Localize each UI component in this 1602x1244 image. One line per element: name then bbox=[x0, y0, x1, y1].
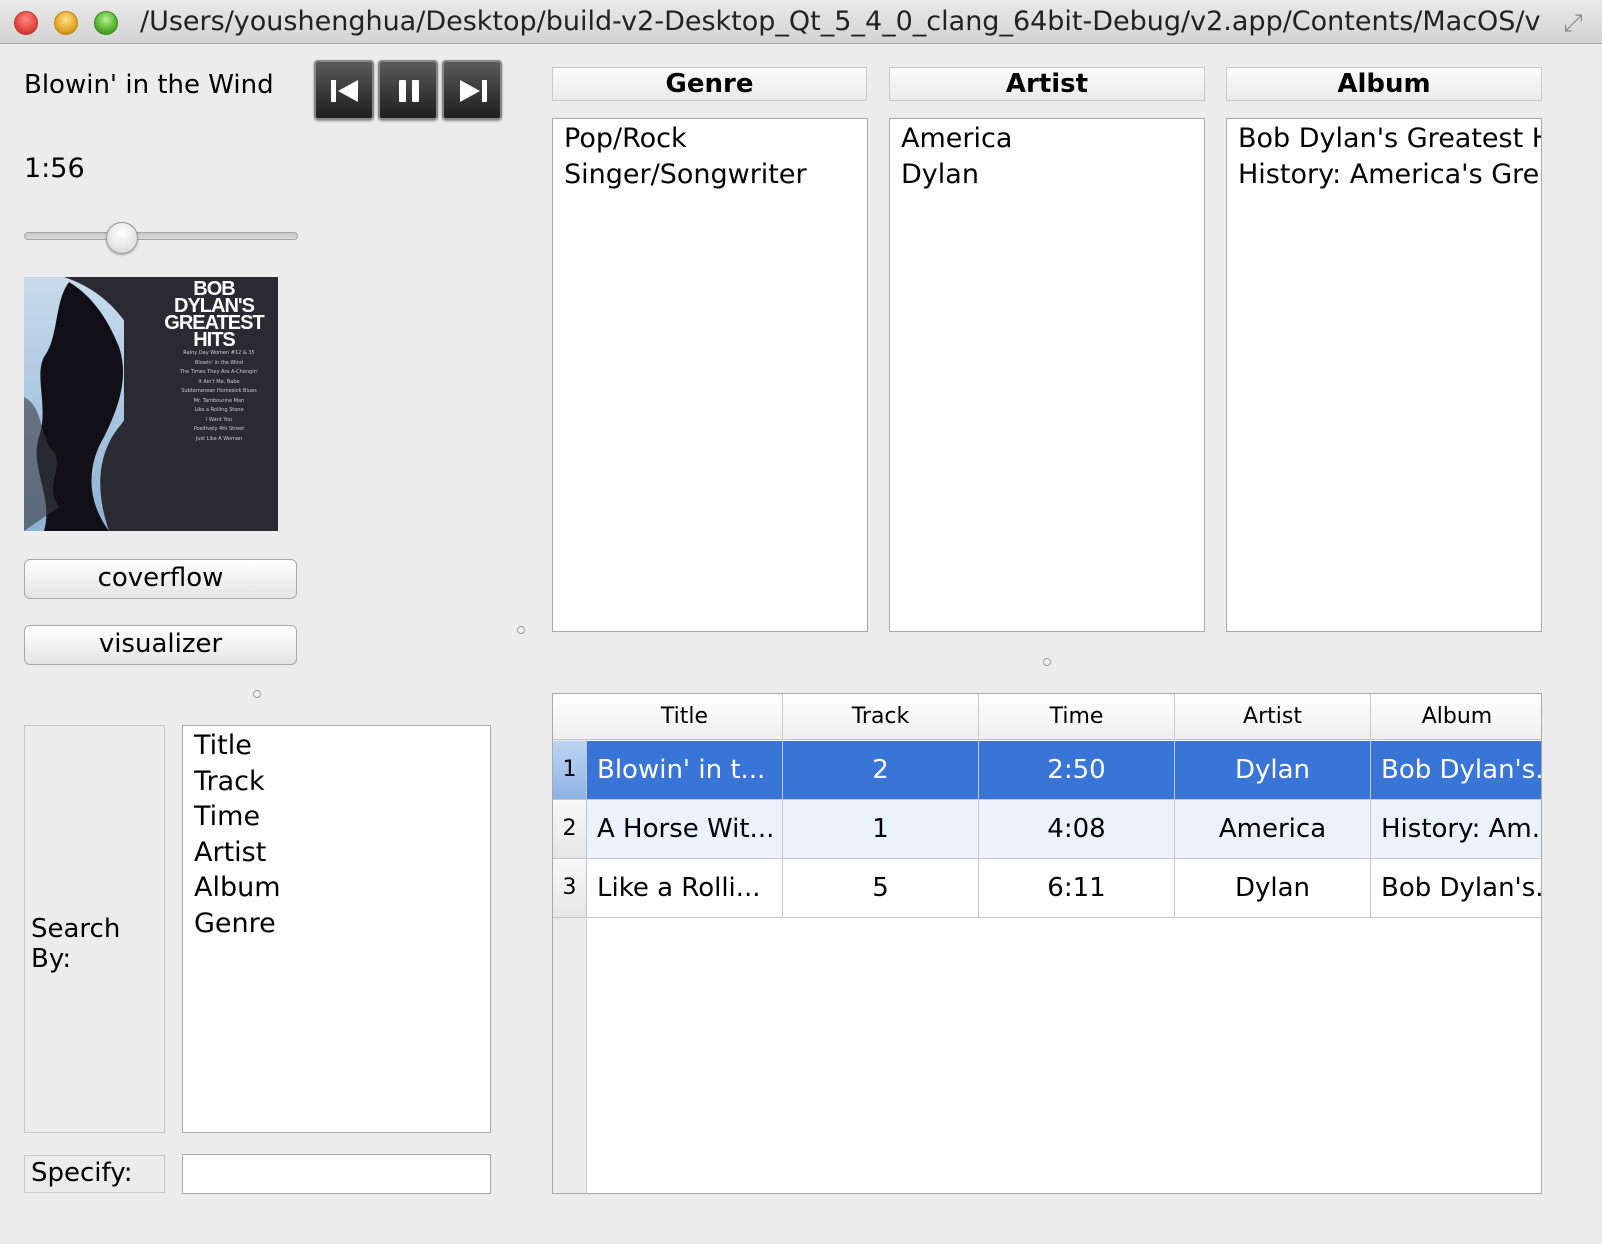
coverflow-button[interactable]: coverflow bbox=[24, 559, 297, 599]
genre-column-header[interactable]: Genre bbox=[552, 67, 867, 101]
table-header: Title Track Time Artist Album bbox=[553, 694, 1541, 740]
artist-item[interactable]: America bbox=[901, 121, 1204, 157]
search-by-list[interactable]: Title Track Time Artist Album Genre bbox=[182, 725, 491, 1133]
genre-item[interactable]: Pop/Rock bbox=[564, 121, 867, 157]
cell-artist[interactable]: Dylan bbox=[1175, 741, 1371, 799]
album-list[interactable]: Bob Dylan's Greatest Hits History: Ameri… bbox=[1226, 118, 1542, 632]
cell-album[interactable]: History: Am... bbox=[1371, 800, 1541, 858]
close-window-icon[interactable] bbox=[14, 11, 38, 35]
track-table[interactable]: Title Track Time Artist Album 1 Blowin' … bbox=[552, 693, 1542, 1194]
table-row[interactable]: 2 A Horse Wit... 1 4:08 America History:… bbox=[553, 800, 1541, 859]
splitter-handle[interactable] bbox=[253, 690, 261, 698]
seek-slider-knob[interactable] bbox=[106, 222, 139, 254]
album-item[interactable]: Bob Dylan's Greatest Hits bbox=[1238, 121, 1541, 157]
search-option-album[interactable]: Album bbox=[194, 870, 490, 906]
now-playing-title: Blowin' in the Wind bbox=[24, 70, 274, 100]
splitter-handle[interactable] bbox=[1043, 658, 1051, 666]
elapsed-time: 1:56 bbox=[24, 153, 85, 184]
row-number: 1 bbox=[553, 741, 587, 799]
row-number: 3 bbox=[553, 859, 587, 917]
cell-album[interactable]: Bob Dylan's... bbox=[1371, 859, 1541, 917]
cell-artist[interactable]: Dylan bbox=[1175, 859, 1371, 917]
search-option-track[interactable]: Track bbox=[194, 764, 490, 800]
album-column-header[interactable]: Album bbox=[1226, 67, 1542, 101]
search-option-time[interactable]: Time bbox=[194, 799, 490, 835]
next-track-button[interactable] bbox=[442, 60, 502, 120]
splitter-handle[interactable] bbox=[517, 626, 525, 634]
pause-button[interactable] bbox=[378, 60, 438, 120]
previous-track-icon bbox=[331, 80, 358, 102]
specify-label: Specify: bbox=[31, 1158, 133, 1188]
album-art-title: BOB DYLAN'S GREATEST HITS bbox=[164, 278, 264, 351]
window-title: /Users/youshenghua/Desktop/build-v2-Desk… bbox=[140, 6, 1540, 37]
cell-time[interactable]: 4:08 bbox=[979, 800, 1175, 858]
title-bar: /Users/youshenghua/Desktop/build-v2-Desk… bbox=[0, 0, 1602, 44]
cell-track[interactable]: 1 bbox=[783, 800, 979, 858]
artist-column-header[interactable]: Artist bbox=[889, 67, 1205, 101]
cell-track[interactable]: 2 bbox=[783, 741, 979, 799]
column-header-time[interactable]: Time bbox=[979, 694, 1175, 740]
zoom-window-icon[interactable] bbox=[94, 11, 118, 35]
artist-item[interactable]: Dylan bbox=[901, 157, 1204, 193]
previous-track-button[interactable] bbox=[314, 60, 374, 120]
column-header-album[interactable]: Album bbox=[1371, 694, 1541, 740]
specify-input[interactable] bbox=[182, 1154, 491, 1194]
column-header-title[interactable]: Title bbox=[587, 694, 783, 740]
cell-title[interactable]: Blowin' in t... bbox=[587, 741, 783, 799]
cell-title[interactable]: A Horse Wit... bbox=[587, 800, 783, 858]
search-option-artist[interactable]: Artist bbox=[194, 835, 490, 871]
search-option-title[interactable]: Title bbox=[194, 728, 490, 764]
cell-track[interactable]: 5 bbox=[783, 859, 979, 917]
cell-title[interactable]: Like a Rolli... bbox=[587, 859, 783, 917]
cell-time[interactable]: 2:50 bbox=[979, 741, 1175, 799]
table-row[interactable]: 1 Blowin' in t... 2 2:50 Dylan Bob Dylan… bbox=[553, 741, 1541, 800]
pause-icon bbox=[399, 80, 419, 102]
column-header-artist[interactable]: Artist bbox=[1175, 694, 1371, 740]
cell-album[interactable]: Bob Dylan's... bbox=[1371, 741, 1541, 799]
next-track-icon bbox=[460, 80, 487, 102]
album-item[interactable]: History: America's Greatest Hits bbox=[1238, 157, 1541, 193]
genre-list[interactable]: Pop/Rock Singer/Songwriter bbox=[552, 118, 868, 632]
fullscreen-icon[interactable]: ⤢ bbox=[1560, 10, 1586, 36]
album-art-track-list: Rainy Day Women #12 & 35 Blowin' in the … bbox=[179, 350, 259, 442]
artist-list[interactable]: America Dylan bbox=[889, 118, 1205, 632]
genre-item[interactable]: Singer/Songwriter bbox=[564, 157, 867, 193]
row-number: 2 bbox=[553, 800, 587, 858]
table-row[interactable]: 3 Like a Rolli... 5 6:11 Dylan Bob Dylan… bbox=[553, 859, 1541, 918]
search-option-genre[interactable]: Genre bbox=[194, 906, 490, 942]
column-header-track[interactable]: Track bbox=[783, 694, 979, 740]
cell-time[interactable]: 6:11 bbox=[979, 859, 1175, 917]
specify-label-box: Specify: bbox=[24, 1155, 165, 1193]
album-art: BOB DYLAN'S GREATEST HITS Rainy Day Wome… bbox=[24, 277, 278, 531]
seek-slider[interactable] bbox=[24, 232, 298, 240]
cell-artist[interactable]: America bbox=[1175, 800, 1371, 858]
search-by-label-box: Search By: bbox=[24, 725, 165, 1133]
visualizer-button[interactable]: visualizer bbox=[24, 625, 297, 665]
minimize-window-icon[interactable] bbox=[54, 11, 78, 35]
search-by-label: Search By: bbox=[31, 914, 121, 974]
